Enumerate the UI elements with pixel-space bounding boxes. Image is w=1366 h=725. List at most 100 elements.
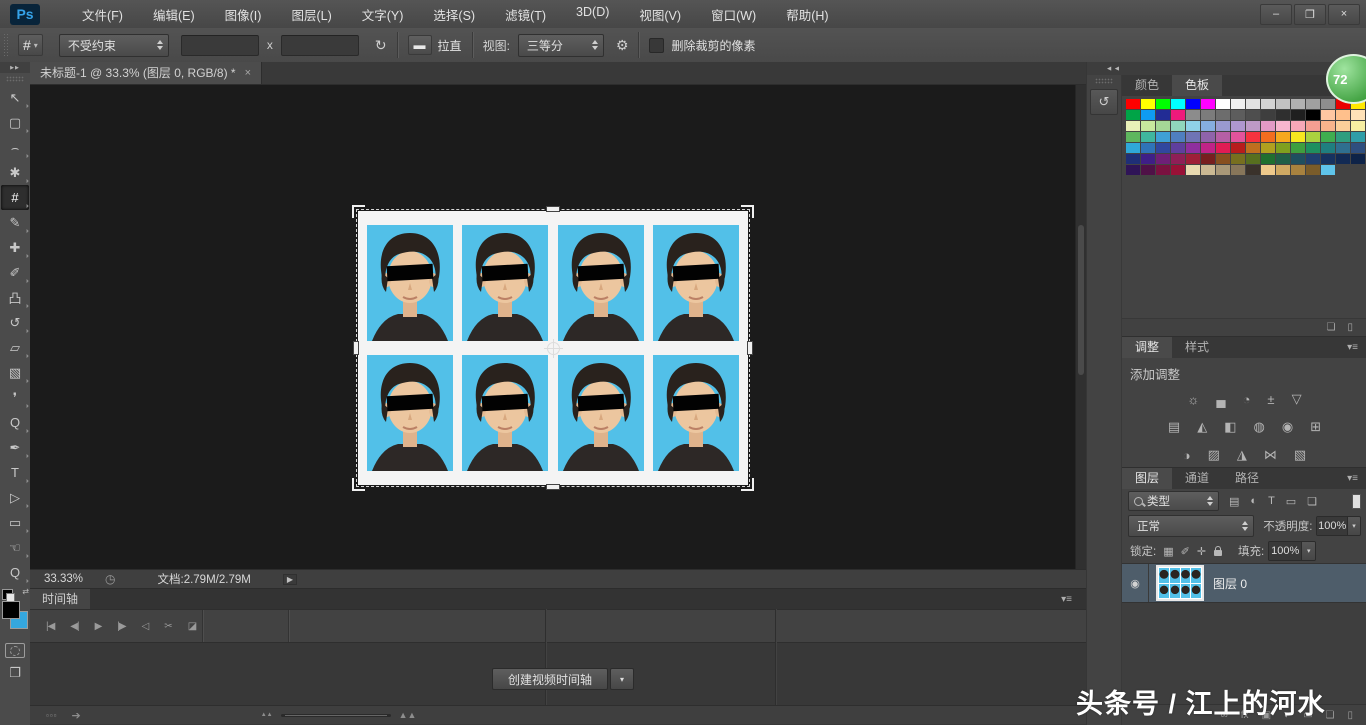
color-swatch[interactable] — [1276, 99, 1290, 109]
layer-name[interactable]: 图层 0 — [1213, 575, 1247, 592]
crop-height-input[interactable] — [281, 35, 359, 56]
gear-icon[interactable]: ⚙ — [616, 37, 629, 54]
color-swatch[interactable] — [1231, 165, 1245, 175]
lasso-tool[interactable]: ⌢ — [1, 135, 29, 160]
color-swatch[interactable] — [1336, 132, 1350, 142]
lock-pixels-icon[interactable]: ✐ — [1181, 545, 1190, 558]
rectangle-tool[interactable]: ▭ — [1, 510, 29, 535]
create-timeline-dropdown[interactable]: ▾ — [610, 668, 634, 690]
tool-preset-picker[interactable]: # ▾ — [18, 34, 43, 56]
color-swatch[interactable] — [1186, 154, 1200, 164]
posterize-icon[interactable]: ▨ — [1208, 447, 1220, 463]
color-swatch[interactable] — [1201, 154, 1215, 164]
color-swatch[interactable] — [1231, 110, 1245, 120]
zoom-level[interactable]: 33.33% — [44, 573, 83, 585]
layer-filter-select[interactable]: 类型 — [1128, 491, 1219, 511]
color-swatch[interactable] — [1261, 132, 1275, 142]
vibrance-icon[interactable]: ▽ — [1292, 391, 1302, 407]
color-swatch[interactable] — [1141, 99, 1155, 109]
color-swatch[interactable] — [1246, 99, 1260, 109]
color-swatch[interactable] — [1261, 154, 1275, 164]
zoom-out-timeline-icon[interactable]: ▲▲ — [261, 712, 273, 718]
crop-handle-top-right[interactable] — [741, 205, 754, 218]
swap-colors-icon[interactable]: ⇄ — [22, 587, 29, 596]
clone-stamp-tool[interactable]: 凸 — [1, 285, 29, 310]
frame-view-icon[interactable]: ▫▫▫ — [46, 711, 58, 720]
color-swatch[interactable] — [1171, 99, 1185, 109]
color-swatch[interactable] — [1171, 121, 1185, 131]
color-swatch[interactable] — [1321, 154, 1335, 164]
healing-brush-tool[interactable]: ✚ — [1, 235, 29, 260]
filter-pixel-layers-icon[interactable]: ▤ — [1229, 495, 1239, 508]
color-swatch[interactable] — [1126, 154, 1140, 164]
lock-transparency-icon[interactable]: ▦ — [1163, 545, 1173, 558]
tab-swatches[interactable]: 色板 — [1172, 75, 1222, 96]
color-swatch[interactable] — [1231, 132, 1245, 142]
color-swatch[interactable] — [1171, 132, 1185, 142]
color-swatch[interactable] — [1351, 143, 1365, 153]
collapse-toolbar-icon[interactable]: ▶▶ — [0, 62, 30, 73]
next-frame-button[interactable]: |▶ — [117, 621, 125, 632]
tab-channels[interactable]: 通道 — [1172, 468, 1222, 489]
color-swatch[interactable] — [1216, 154, 1230, 164]
color-swatch[interactable] — [1306, 165, 1320, 175]
crop-width-input[interactable] — [181, 35, 259, 56]
curves-icon[interactable]: ◔ — [1243, 392, 1251, 407]
color-swatch[interactable] — [1351, 121, 1365, 131]
color-swatch[interactable] — [1246, 132, 1260, 142]
color-swatch[interactable] — [1216, 99, 1230, 109]
color-swatch[interactable] — [1321, 121, 1335, 131]
menu-3d[interactable]: 3D(D) — [576, 5, 609, 24]
lock-all-icon[interactable] — [1214, 550, 1222, 556]
color-swatch[interactable] — [1306, 121, 1320, 131]
filter-toggle[interactable] — [1352, 494, 1361, 509]
transition-button[interactable]: ◪ — [188, 621, 196, 632]
color-swatch[interactable] — [1351, 110, 1365, 120]
color-swatch[interactable] — [1201, 99, 1215, 109]
foreground-color[interactable] — [2, 601, 20, 619]
color-swatch[interactable] — [1261, 110, 1275, 120]
close-button[interactable]: × — [1328, 4, 1360, 25]
menu-image[interactable]: 图像(I) — [225, 5, 262, 24]
color-swatch[interactable] — [1141, 143, 1155, 153]
invert-icon[interactable]: ◑ — [1183, 448, 1191, 463]
overlay-view-select[interactable]: 三等分 — [518, 34, 604, 57]
color-swatch[interactable] — [1171, 165, 1185, 175]
filter-shape-layers-icon[interactable]: ▭ — [1286, 495, 1296, 508]
color-swatch[interactable] — [1216, 110, 1230, 120]
blend-mode-select[interactable]: 正常 — [1128, 515, 1254, 537]
color-swatch[interactable] — [1201, 121, 1215, 131]
color-swatch[interactable] — [1156, 99, 1170, 109]
opacity-input[interactable]: 100% ▾ — [1316, 516, 1361, 536]
close-tab-icon[interactable]: × — [245, 63, 251, 84]
photo-filter-icon[interactable]: ◍ — [1254, 419, 1265, 435]
menu-type[interactable]: 文字(Y) — [362, 5, 404, 24]
color-swatch[interactable] — [1186, 121, 1200, 131]
first-frame-button[interactable]: |◀ — [46, 621, 54, 632]
layer-visibility-eye-icon[interactable]: ◉ — [1122, 564, 1149, 602]
audio-toggle-button[interactable]: ◁ — [142, 621, 149, 632]
color-swatch[interactable] — [1261, 99, 1275, 109]
color-swatch[interactable] — [1201, 143, 1215, 153]
color-swatch[interactable] — [1126, 143, 1140, 153]
hue-saturation-icon[interactable]: ▤ — [1168, 419, 1180, 435]
new-swatch-icon[interactable]: ❏ — [1327, 322, 1336, 333]
crop-center-target-icon[interactable] — [547, 342, 560, 355]
straighten-label[interactable]: 拉直 — [438, 37, 462, 54]
color-swatch[interactable] — [1276, 121, 1290, 131]
marquee-tool[interactable]: ▢ — [1, 110, 29, 135]
color-swatch[interactable] — [1231, 99, 1245, 109]
timeline-tab[interactable]: 时间轴 — [30, 589, 90, 609]
tab-color[interactable]: 颜色 — [1122, 75, 1172, 96]
color-swatch[interactable] — [1291, 154, 1305, 164]
color-swatch[interactable] — [1351, 154, 1365, 164]
hand-tool[interactable]: ☜ — [1, 535, 29, 560]
pen-tool[interactable]: ✒ — [1, 435, 29, 460]
color-swatch[interactable] — [1336, 154, 1350, 164]
color-swatch[interactable] — [1291, 165, 1305, 175]
menu-filter[interactable]: 滤镜(T) — [505, 5, 546, 24]
color-swatch[interactable] — [1306, 99, 1320, 109]
prev-frame-button[interactable]: ◀| — [70, 621, 78, 632]
color-swatch[interactable] — [1231, 154, 1245, 164]
color-swatch[interactable] — [1141, 110, 1155, 120]
